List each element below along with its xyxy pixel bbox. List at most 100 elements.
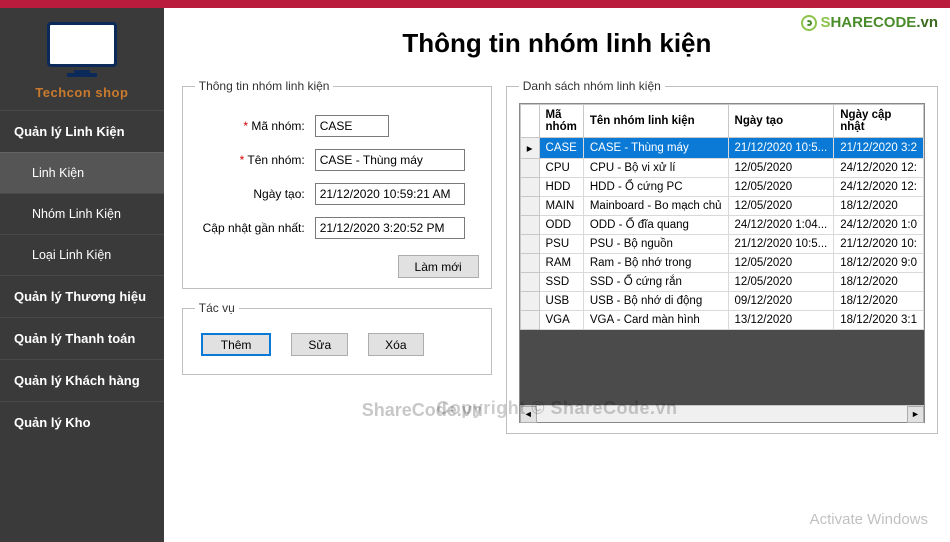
horizontal-scrollbar[interactable]: ◄ ► <box>520 405 924 422</box>
cell-ngaycap: 18/12/2020 9:0 <box>834 254 924 273</box>
cell-ngaytao: 21/12/2020 10:5... <box>728 138 834 159</box>
logo: Techcon shop <box>0 8 164 110</box>
scroll-left-icon[interactable]: ◄ <box>520 406 537 423</box>
scroll-right-icon[interactable]: ► <box>907 406 924 423</box>
row-indicator <box>520 311 539 330</box>
row-indicator <box>520 254 539 273</box>
col-ngaytao[interactable]: Ngày tạo <box>728 105 834 138</box>
brand-name: Techcon shop <box>10 85 154 100</box>
cell-ten: SSD - Ổ cứng rắn <box>583 273 728 292</box>
cell-ngaycap: 24/12/2020 1:0 <box>834 216 924 235</box>
cell-ngaytao: 12/05/2020 <box>728 178 834 197</box>
sidebar-item-3[interactable]: Loại Linh Kiện <box>0 234 164 275</box>
cell-ngaytao: 12/05/2020 <box>728 254 834 273</box>
refresh-button[interactable]: Làm mới <box>398 255 479 278</box>
table-row[interactable]: ▸CASECASE - Thùng máy21/12/2020 10:5...2… <box>520 138 923 159</box>
row-indicator <box>520 273 539 292</box>
title-bar <box>0 0 950 8</box>
cell-ngaycap: 24/12/2020 12: <box>834 178 924 197</box>
table-row[interactable]: MAINMainboard - Bo mạch chủ12/05/202018/… <box>520 197 923 216</box>
cell-ngaycap: 21/12/2020 3:2 <box>834 138 924 159</box>
cell-ngaycap: 18/12/2020 <box>834 197 924 216</box>
row-indicator <box>520 197 539 216</box>
input-cap-nhat[interactable] <box>315 217 465 239</box>
table-row[interactable]: HDDHDD - Ổ cứng PC12/05/202024/12/2020 1… <box>520 178 923 197</box>
sidebar-item-4[interactable]: Quản lý Thương hiệu <box>0 275 164 317</box>
sidebar-item-6[interactable]: Quản lý Khách hàng <box>0 359 164 401</box>
cell-ten: ODD - Ổ đĩa quang <box>583 216 728 235</box>
nav: Quản lý Linh KiệnLinh KiệnNhóm Linh Kiện… <box>0 110 164 443</box>
cell-ngaytao: 21/12/2020 10:5... <box>728 235 834 254</box>
input-ma-nhom[interactable] <box>315 115 389 137</box>
form-legend: Thông tin nhóm linh kiện <box>195 79 334 93</box>
col-selector[interactable] <box>520 105 539 138</box>
cell-ten: CPU - Bộ vi xử lí <box>583 159 728 178</box>
row-indicator <box>520 216 539 235</box>
sidebar: Techcon shop Quản lý Linh KiệnLinh KiệnN… <box>0 8 164 542</box>
recycle-icon <box>801 15 817 31</box>
list-legend: Danh sách nhóm linh kiện <box>519 79 665 93</box>
col-ma[interactable]: Mã nhóm <box>539 105 583 138</box>
cell-ma: ODD <box>539 216 583 235</box>
cell-ma: USB <box>539 292 583 311</box>
cell-ngaytao: 12/05/2020 <box>728 273 834 292</box>
cell-ngaycap: 24/12/2020 12: <box>834 159 924 178</box>
input-ngay-tao[interactable] <box>315 183 465 205</box>
cell-ten: HDD - Ổ cứng PC <box>583 178 728 197</box>
form-info-panel: Thông tin nhóm linh kiện Mã nhóm: Tên nh… <box>182 79 492 289</box>
sharecode-logo: SHARECODE.vn <box>801 14 938 31</box>
cell-ma: CASE <box>539 138 583 159</box>
page-title: Thông tin nhóm linh kiện <box>164 28 950 59</box>
sidebar-item-5[interactable]: Quản lý Thanh toán <box>0 317 164 359</box>
label-ma: Mã nhóm: <box>195 119 315 133</box>
input-ten-nhom[interactable] <box>315 149 465 171</box>
cell-ma: CPU <box>539 159 583 178</box>
sidebar-item-0[interactable]: Quản lý Linh Kiện <box>0 110 164 152</box>
table-row[interactable]: CPUCPU - Bộ vi xử lí12/05/202024/12/2020… <box>520 159 923 178</box>
sidebar-item-2[interactable]: Nhóm Linh Kiện <box>0 193 164 234</box>
data-grid[interactable]: Mã nhóm Tên nhóm linh kiện Ngày tạo Ngày… <box>519 103 925 423</box>
table-row[interactable]: PSUPSU - Bộ nguồn21/12/2020 10:5...21/12… <box>520 235 923 254</box>
label-ten: Tên nhóm: <box>195 153 315 167</box>
sidebar-item-1[interactable]: Linh Kiện <box>0 152 164 193</box>
delete-button[interactable]: Xóa <box>368 333 423 356</box>
cell-ngaycap: 18/12/2020 <box>834 292 924 311</box>
cell-ngaytao: 09/12/2020 <box>728 292 834 311</box>
label-ngaytao: Ngày tạo: <box>195 187 315 201</box>
cell-ten: VGA - Card màn hình <box>583 311 728 330</box>
cell-ma: PSU <box>539 235 583 254</box>
table-row[interactable]: USBUSB - Bộ nhớ di động09/12/202018/12/2… <box>520 292 923 311</box>
monitor-icon <box>47 22 117 67</box>
row-indicator: ▸ <box>520 138 539 159</box>
col-ngaycap[interactable]: Ngày cập nhật <box>834 105 924 138</box>
row-indicator <box>520 235 539 254</box>
cell-ma: MAIN <box>539 197 583 216</box>
cell-ngaytao: 12/05/2020 <box>728 159 834 178</box>
cell-ngaytao: 13/12/2020 <box>728 311 834 330</box>
cell-ma: HDD <box>539 178 583 197</box>
label-capnhat: Cập nhật gần nhất: <box>195 221 315 235</box>
table-row[interactable]: SSDSSD - Ổ cứng rắn12/05/202018/12/2020 <box>520 273 923 292</box>
cell-ten: PSU - Bộ nguồn <box>583 235 728 254</box>
cell-ten: Ram - Bộ nhớ trong <box>583 254 728 273</box>
tasks-panel: Tác vụ Thêm Sửa Xóa <box>182 301 492 375</box>
cell-ngaytao: 12/05/2020 <box>728 197 834 216</box>
edit-button[interactable]: Sửa <box>291 333 348 356</box>
add-button[interactable]: Thêm <box>201 333 272 356</box>
cell-ngaycap: 21/12/2020 10: <box>834 235 924 254</box>
table-row[interactable]: RAMRam - Bộ nhớ trong12/05/202018/12/202… <box>520 254 923 273</box>
cell-ten: Mainboard - Bo mạch chủ <box>583 197 728 216</box>
sidebar-item-7[interactable]: Quản lý Kho <box>0 401 164 443</box>
table-row[interactable]: VGAVGA - Card màn hình13/12/202018/12/20… <box>520 311 923 330</box>
cell-ten: USB - Bộ nhớ di động <box>583 292 728 311</box>
row-indicator <box>520 292 539 311</box>
cell-ngaycap: 18/12/2020 3:1 <box>834 311 924 330</box>
row-indicator <box>520 159 539 178</box>
cell-ngaytao: 24/12/2020 1:04... <box>728 216 834 235</box>
tasks-legend: Tác vụ <box>195 301 239 315</box>
list-panel: Danh sách nhóm linh kiện Mã nhóm Tên nhó… <box>506 79 938 434</box>
cell-ma: SSD <box>539 273 583 292</box>
table-row[interactable]: ODDODD - Ổ đĩa quang24/12/2020 1:04...24… <box>520 216 923 235</box>
cell-ngaycap: 18/12/2020 <box>834 273 924 292</box>
col-ten[interactable]: Tên nhóm linh kiện <box>583 105 728 138</box>
